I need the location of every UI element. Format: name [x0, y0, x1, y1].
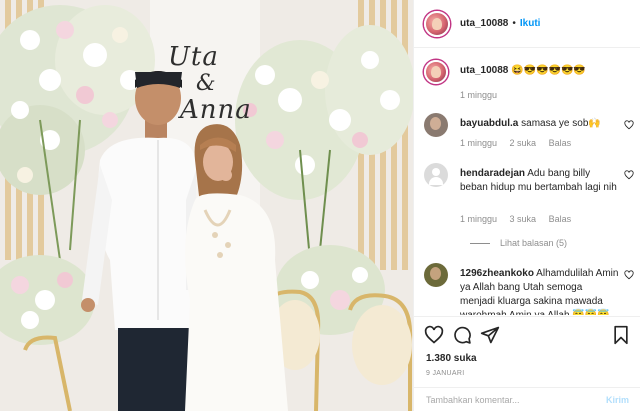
post-comment-button[interactable]: Kirim	[606, 395, 629, 405]
sign-name-uta: Uta	[168, 42, 219, 72]
comment-body: 1296zheankoko Alhamdulilah Amin ya Allah…	[460, 267, 620, 315]
comment-heart-icon[interactable]	[624, 120, 634, 130]
caption-row: uta_10088 😆😎😎😎😎😎 1 minggu	[424, 60, 636, 105]
author-username[interactable]: uta_10088	[460, 18, 508, 29]
caption-text: 😆😎😎😎😎😎	[511, 65, 586, 76]
comment-username[interactable]: 1296zheankoko	[460, 268, 534, 279]
comment-avatar[interactable]	[424, 163, 448, 187]
comment-reply-button[interactable]: Balas	[549, 214, 572, 224]
comment-bubble-icon[interactable]	[452, 325, 472, 345]
heart-icon[interactable]	[424, 325, 444, 345]
sign-name-anna: Anna	[180, 95, 252, 125]
comments-list[interactable]: uta_10088 😆😎😎😎😎😎 1 minggu bayuabdul.a sa…	[414, 49, 640, 315]
paper-plane-icon[interactable]	[480, 325, 500, 345]
sign-ampersand: &	[196, 71, 217, 96]
comment-avatar[interactable]	[424, 113, 448, 137]
instagram-post: Uta & Anna uta_10088 • Ikuti uta_10088 😆…	[0, 0, 640, 411]
comment-text: samasa ye sob🙌	[521, 118, 601, 129]
post-photo[interactable]: Uta & Anna	[0, 0, 413, 411]
comment-row: bayuabdul.a samasa ye sob🙌 1 minggu 2 su…	[424, 113, 636, 153]
replies-line	[470, 242, 490, 244]
comment-body: hendaradejan Adu bang billy beban hidup …	[460, 167, 620, 195]
comment-heart-icon[interactable]	[624, 170, 634, 180]
author-avatar[interactable]	[424, 10, 450, 37]
comment-likes[interactable]: 3 suka	[510, 214, 537, 224]
comment-body: bayuabdul.a samasa ye sob🙌	[460, 117, 620, 131]
comment-reply-button[interactable]: Balas	[549, 138, 572, 148]
comment-time[interactable]: 1 minggu	[460, 138, 497, 148]
comment-time[interactable]: 1 minggu	[460, 214, 497, 224]
follow-button[interactable]: Ikuti	[520, 18, 541, 29]
likes-count[interactable]: 1.380 suka	[426, 353, 477, 364]
caption-username[interactable]: uta_10088	[460, 65, 508, 76]
caption-meta: 1 minggu	[460, 90, 507, 100]
add-comment-bar: Kirim	[414, 387, 640, 411]
comment-heart-icon[interactable]	[624, 270, 634, 280]
comment-username[interactable]: hendaradejan	[460, 168, 525, 179]
comment-likes[interactable]: 2 suka	[510, 138, 537, 148]
view-replies[interactable]: Lihat balasan (5)	[470, 238, 567, 248]
comment-row: hendaradejan Adu bang billy beban hidup …	[424, 163, 636, 248]
header-separator: •	[512, 18, 516, 29]
post-actions: 1.380 suka 9 JANUARI Kirim	[414, 316, 640, 411]
comment-username[interactable]: bayuabdul.a	[460, 118, 518, 129]
bookmark-icon[interactable]	[611, 325, 631, 345]
post-side-panel: uta_10088 • Ikuti uta_10088 😆😎😎😎😎😎 1 min…	[413, 0, 640, 411]
caption-time[interactable]: 1 minggu	[460, 90, 497, 100]
comment-avatar[interactable]	[424, 263, 448, 287]
caption-body: uta_10088 😆😎😎😎😎😎	[460, 64, 620, 78]
comment-input[interactable]	[426, 395, 606, 405]
post-date[interactable]: 9 JANUARI	[426, 370, 465, 377]
comment-meta: 1 minggu 3 suka Balas	[460, 214, 581, 224]
caption-avatar[interactable]	[424, 60, 448, 84]
post-header: uta_10088 • Ikuti	[414, 0, 640, 48]
comment-row: 1296zheankoko Alhamdulilah Amin ya Allah…	[424, 263, 636, 315]
comment-meta: 1 minggu 2 suka Balas	[460, 138, 581, 148]
view-replies-label[interactable]: Lihat balasan (5)	[500, 238, 567, 248]
